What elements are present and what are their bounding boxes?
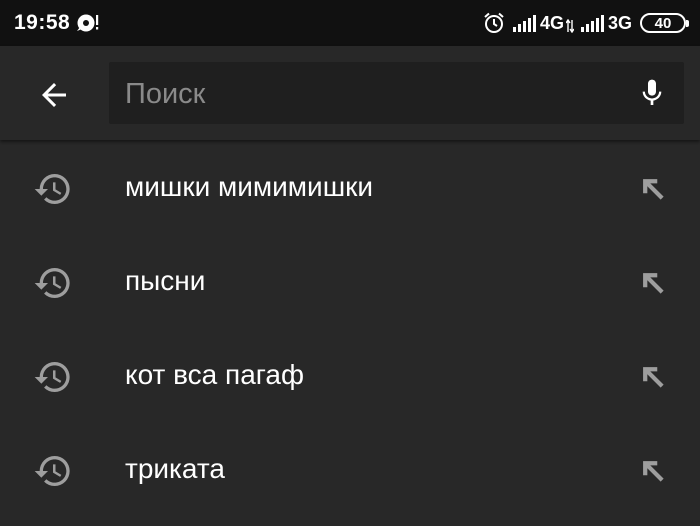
alarm-icon — [484, 12, 504, 33]
fill-query-arrow-icon[interactable] — [636, 360, 670, 394]
status-icons: 4G 3G 40 — [482, 10, 689, 36]
battery-level: 40 — [654, 14, 672, 32]
suggestion-item[interactable]: кот вса пагаф — [0, 328, 700, 422]
voice-search-button[interactable] — [634, 75, 670, 111]
network-type-2: 3G — [607, 12, 632, 33]
search-app-bar — [0, 46, 700, 140]
status-time: 19:58 — [14, 11, 71, 34]
fill-query-arrow-icon[interactable] — [636, 172, 670, 206]
history-icon — [34, 268, 70, 298]
suggestion-text: кот вса пагаф — [125, 359, 304, 390]
status-bar: 19:58 4G 3G 40 — [0, 0, 700, 46]
back-button[interactable] — [30, 71, 78, 119]
suggestion-item[interactable]: триката — [0, 422, 700, 516]
fill-query-arrow-icon[interactable] — [636, 266, 670, 300]
fill-query-arrow-icon[interactable] — [636, 454, 670, 488]
signal-icon — [512, 15, 536, 32]
suggestion-text: мишки мимимишки — [125, 171, 374, 202]
network-type-1: 4G — [539, 12, 564, 33]
data-arrows-icon — [565, 19, 574, 33]
suggestion-item[interactable]: мишки мимимишки — [0, 140, 700, 234]
history-icon — [34, 362, 70, 392]
search-suggestions-list: мишки мимимишки пысни кот вса пагаф трик… — [0, 140, 700, 516]
signal-icon — [580, 15, 604, 32]
microphone-icon — [642, 79, 662, 105]
search-input[interactable] — [123, 62, 617, 126]
history-icon — [34, 456, 70, 486]
suggestion-text: пысни — [125, 265, 206, 296]
app-notification-icon — [77, 14, 99, 32]
search-field-container — [109, 62, 684, 126]
battery-icon: 40 — [640, 13, 689, 33]
back-arrow-icon — [42, 83, 66, 107]
history-icon — [34, 174, 70, 205]
suggestion-text: триката — [125, 453, 225, 484]
suggestion-item[interactable]: пысни — [0, 234, 700, 328]
